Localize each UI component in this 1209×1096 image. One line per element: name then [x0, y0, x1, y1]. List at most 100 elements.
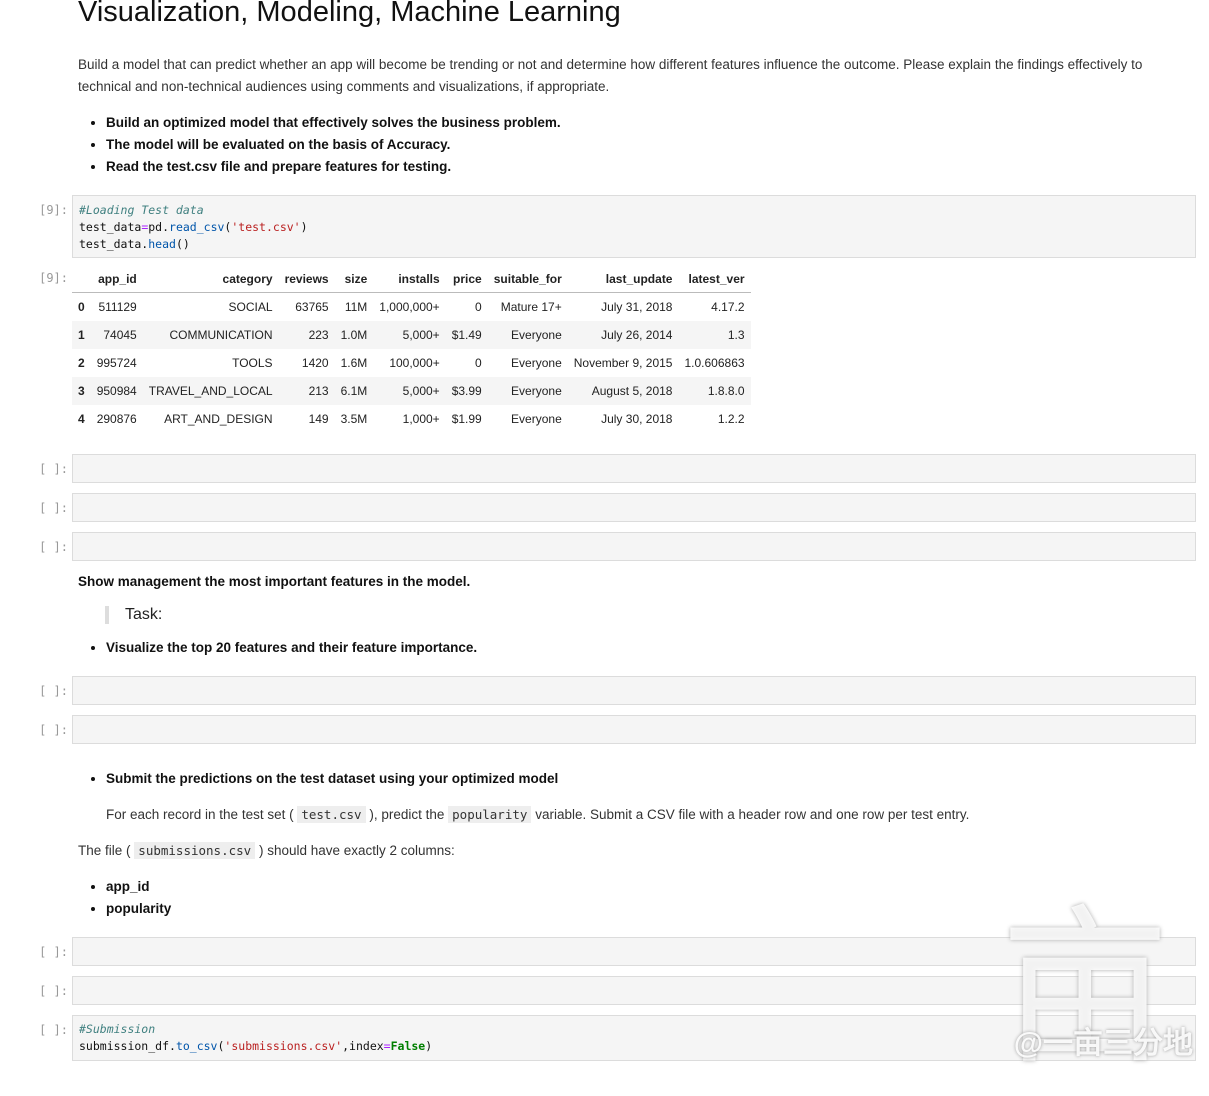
task-list: Visualize the top 20 features and their … [78, 637, 477, 659]
column-header: suitable_for [487, 266, 568, 293]
table-cell: 6.1M [334, 377, 374, 405]
table-cell: 3.5M [340, 412, 368, 426]
table-cell: Everyone [487, 321, 568, 349]
table-header-row: app_id category reviews size installs price su… [72, 266, 751, 293]
cell-prompt: [ ]: [39, 945, 68, 959]
table-cell: 995724 [96, 356, 137, 370]
column-header: last_update [567, 266, 679, 293]
table-cell: 1.8.8.0 [678, 377, 751, 405]
column-header: reviews [278, 266, 335, 293]
table-cell: 0 [475, 300, 482, 314]
table-cell: Everyone [511, 356, 562, 370]
cell-prompt: [ ]: [39, 1023, 68, 1037]
cell-prompt: [ ]: [39, 723, 68, 737]
table-cell: 4.17.2 [711, 300, 745, 314]
code-token: to_csv [175, 1039, 218, 1053]
table-cell: TRAVEL_AND_LOCAL [142, 377, 279, 405]
column-header: price [445, 266, 488, 293]
table-cell: 511129 [98, 300, 137, 314]
table-cell: ART_AND_DESIGN [164, 412, 273, 426]
submit-instructions: For each record in the test set ( test.c… [106, 804, 1209, 826]
list-item: Visualize the top 20 features and their … [106, 637, 477, 659]
table-row: 4 290876 ART_AND_DESIGN 149 3.5M 1,000+ $1.99 E… [72, 405, 751, 433]
text: ) should have exactly 2 columns: [258, 843, 455, 858]
table-cell: 1.3 [678, 321, 751, 349]
table-row: 0 511129 SOCIAL 63765 11M 1,000,000+ 0 Mature 1… [72, 293, 751, 322]
text: ), predict the [369, 807, 445, 822]
table-cell: 1,000+ [402, 412, 440, 426]
table-cell: $1.99 [451, 412, 482, 426]
cell-prompt: [9]: [39, 203, 68, 217]
column-header: app_id [90, 266, 143, 293]
code-token: 'submissions.csv' [224, 1039, 343, 1053]
code-token: = [383, 1039, 391, 1053]
list-item: Read the test.csv file and prepare featu… [106, 156, 561, 178]
column-header: latest_ver [678, 266, 751, 293]
column-header: category [142, 266, 279, 293]
inline-code: test.csv [297, 806, 366, 823]
table-cell: 11M [344, 300, 368, 314]
code-token: pd. [148, 220, 170, 234]
text: variable. Submit a CSV file with a heade… [535, 807, 970, 822]
table-cell: 1.2.2 [717, 412, 745, 426]
goals-list: Build an optimized model that effectivel… [78, 112, 561, 178]
table-cell: 1420 [301, 356, 329, 370]
table-cell: 149 [308, 412, 329, 426]
row-index: 2 [78, 356, 85, 370]
row-index: 1 [72, 321, 91, 349]
table-cell: 1.0M [334, 321, 374, 349]
cell-prompt: [ ]: [39, 462, 68, 476]
row-index: 0 [78, 300, 85, 314]
table-cell: July 31, 2018 [601, 300, 673, 314]
empty-code-cell[interactable] [72, 493, 1196, 522]
list-item: popularity [106, 898, 171, 920]
column-header: size [334, 266, 374, 293]
inline-code: popularity [448, 806, 532, 823]
text: For each record in the test set ( [106, 807, 294, 822]
table-cell: Mature 17+ [500, 300, 562, 314]
empty-code-cell[interactable] [72, 715, 1196, 744]
code-comment: #Submission [79, 1022, 156, 1036]
text: The file ( [78, 843, 131, 858]
empty-code-cell[interactable] [72, 532, 1196, 561]
table-cell: 213 [278, 377, 335, 405]
cell-prompt: [ ]: [39, 684, 68, 698]
table-cell: 1,000,000+ [379, 300, 440, 314]
table-cell: 0 [475, 356, 482, 370]
table-cell: November 9, 2015 [573, 356, 673, 370]
table-cell: Everyone [487, 377, 568, 405]
submit-list: Submit the predictions on the test datas… [78, 768, 558, 790]
dataframe-table: app_id category reviews size installs price su… [72, 266, 751, 433]
code-token: ) [300, 220, 308, 234]
code-token: ) [425, 1039, 433, 1053]
empty-code-cell[interactable] [72, 454, 1196, 483]
code-token: ,index [342, 1039, 384, 1053]
cell-prompt: [ ]: [39, 984, 68, 998]
table-cell: 1.6M [340, 356, 368, 370]
code-comment: #Loading Test data [79, 203, 204, 217]
column-header: installs [373, 266, 446, 293]
code-cell-load-test[interactable]: #Loading Test data test_data=pd.read_csv… [72, 195, 1196, 258]
table-cell: 5,000+ [373, 321, 446, 349]
intro-text: Build a model that can predict whether a… [78, 57, 1143, 94]
list-item: Build an optimized model that effectivel… [106, 112, 561, 134]
code-token: head [148, 237, 176, 251]
table-cell: 950984 [90, 377, 143, 405]
table-cell: Everyone [511, 412, 562, 426]
table-row: 1 74045 COMMUNICATION 223 1.0M 5,000+ $1.49 Eve… [72, 321, 751, 349]
inline-code: submissions.csv [134, 842, 256, 859]
column-header [72, 266, 91, 293]
cell-prompt: [ ]: [39, 501, 68, 515]
row-index: 4 [78, 412, 85, 426]
code-token: submission_df. [79, 1039, 176, 1053]
row-index: 3 [72, 377, 91, 405]
watermark-text: @一亩三分地 [1013, 1027, 1193, 1060]
table-cell: $3.99 [445, 377, 488, 405]
table-cell: COMMUNICATION [142, 321, 279, 349]
page-title: Visualization, Modeling, Machine Learnin… [78, 0, 621, 28]
empty-code-cell[interactable] [72, 676, 1196, 705]
table-cell: 223 [278, 321, 335, 349]
table-cell: 290876 [96, 412, 137, 426]
management-heading: Show management the most important featu… [78, 574, 471, 589]
table-row: 2 995724 TOOLS 1420 1.6M 100,000+ 0 Everyone Nov… [72, 349, 751, 377]
